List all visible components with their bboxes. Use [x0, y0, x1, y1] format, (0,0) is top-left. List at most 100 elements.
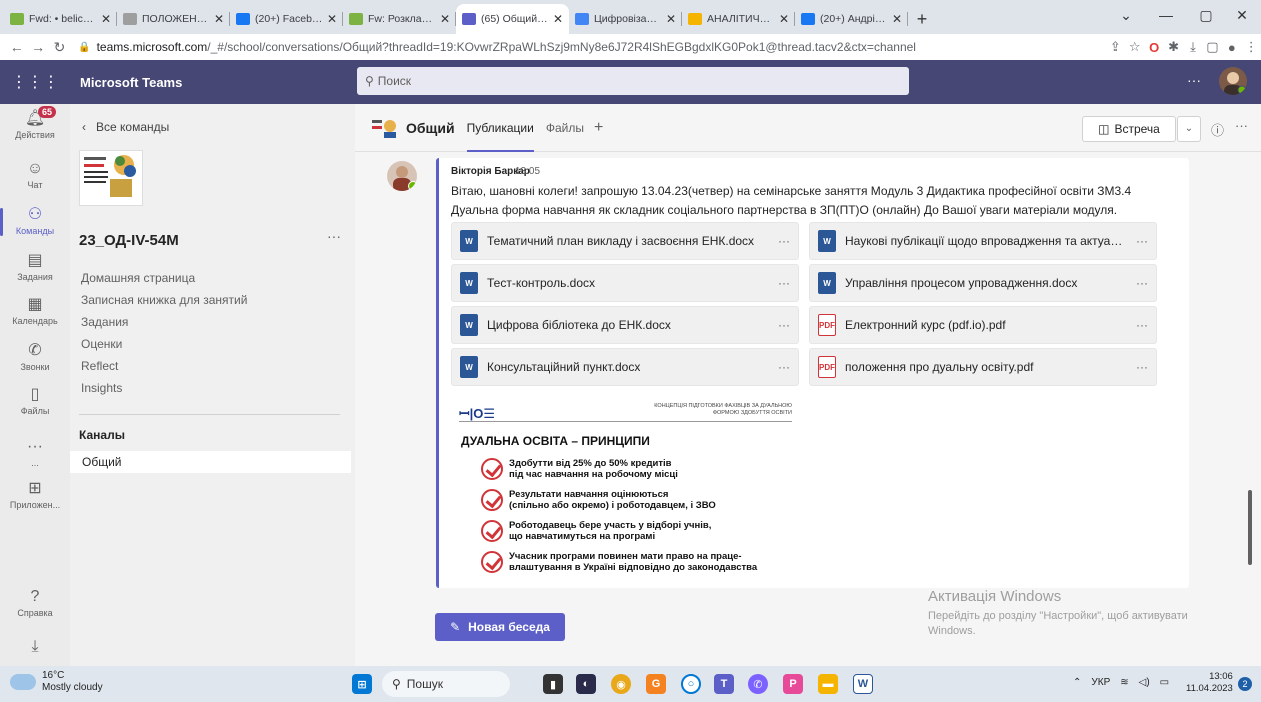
browser-tab[interactable]: Fw: Розклади КП ✕ — [343, 4, 456, 34]
word-icon[interactable]: W — [853, 674, 873, 694]
maximize-button[interactable]: ▢ — [1186, 0, 1226, 30]
file-more-icon[interactable]: ··· — [1128, 360, 1156, 374]
file-more-icon[interactable]: ··· — [770, 234, 798, 248]
chrome-icon[interactable]: ◉ — [611, 674, 631, 694]
close-tab-icon[interactable]: ✕ — [779, 12, 789, 26]
close-tab-icon[interactable]: ✕ — [440, 12, 450, 26]
forward-arrow-icon[interactable]: → — [27, 39, 48, 55]
viber-icon[interactable]: ✆ — [748, 674, 768, 694]
info-icon[interactable]: ⓘ — [1211, 120, 1224, 139]
channel-item-general[interactable]: Общий — [70, 451, 351, 473]
new-tab-button[interactable]: + — [908, 4, 936, 34]
team-nav-link[interactable]: Reflect — [81, 359, 118, 373]
opera-extension-icon[interactable]: O — [1144, 39, 1163, 55]
meet-button[interactable]: ◫ Встреча — [1082, 116, 1176, 142]
back-arrow-icon[interactable]: ← — [6, 39, 27, 55]
team-more-options-icon[interactable]: ··· — [327, 228, 341, 244]
rail-item[interactable]: ▤ Задания — [0, 252, 70, 282]
close-tab-icon[interactable]: ✕ — [666, 12, 676, 26]
rail-item[interactable]: ☺ Чат — [0, 160, 70, 190]
browser-tab[interactable]: Fwd: • belickoe-l ✕ — [4, 4, 117, 34]
team-nav-link[interactable]: Записная книжка для занятий — [81, 293, 247, 307]
rail-item[interactable]: ? Справка — [0, 588, 70, 618]
rail-item[interactable]: ⚇ Команды — [0, 206, 70, 236]
browser-tab[interactable]: (65) Общий (23_(✕ — [456, 4, 569, 34]
tab-posts[interactable]: Публикации — [466, 121, 535, 152]
task-view-icon[interactable]: ▮ — [543, 674, 563, 694]
file-attachment[interactable]: PDF Електронний курс (pdf.io).pdf ··· — [809, 306, 1157, 344]
app-launcher-icon[interactable]: ⋮⋮⋮ — [0, 72, 70, 92]
close-tab-icon[interactable]: ✕ — [892, 12, 902, 26]
rail-item[interactable]: ▦ Календарь — [0, 296, 70, 326]
file-attachment[interactable]: W Наукові публікації щодо впровадження та… — [809, 222, 1157, 260]
browser-tab[interactable]: (20+) Facebook ✕ — [230, 4, 343, 34]
rail-item[interactable]: 🔔︎ Действия 65 — [0, 106, 70, 140]
windows-start-icon[interactable]: ⊞ — [352, 674, 372, 694]
author-avatar[interactable] — [387, 161, 417, 191]
channel-more-icon[interactable]: ··· — [1235, 118, 1248, 133]
paint-icon[interactable]: P — [783, 674, 803, 694]
reload-icon[interactable]: ↻ — [49, 39, 70, 56]
rail-item[interactable]: ···... — [0, 438, 70, 468]
scrollbar[interactable] — [1248, 490, 1252, 565]
new-conversation-button[interactable]: ✎ Новая беседа — [435, 613, 565, 641]
close-tab-icon[interactable]: ✕ — [327, 12, 337, 26]
cortana-icon[interactable]: ○ — [681, 674, 701, 694]
browser-menu-icon[interactable]: ⋮ — [1242, 39, 1261, 55]
team-nav-link[interactable]: Домашняя страница — [81, 271, 195, 285]
file-attachment[interactable]: PDF положення про дуальну освіту.pdf ··· — [809, 348, 1157, 386]
file-more-icon[interactable]: ··· — [770, 318, 798, 332]
team-nav-link[interactable]: Задания — [81, 315, 128, 329]
weather-widget[interactable]: 16°C Mostly cloudy — [10, 670, 103, 694]
browser-tab[interactable]: (20+) Андрій Ф ✕ — [795, 4, 908, 34]
rail-item[interactable]: ⤓ — [0, 638, 70, 658]
team-nav-link[interactable]: Insights — [81, 381, 122, 395]
teams-taskbar-icon[interactable]: T — [714, 674, 734, 694]
file-attachment[interactable]: W Цифрова бібліотека до ЕНК.docx ··· — [451, 306, 799, 344]
sidebar-icon[interactable]: ▢ — [1203, 39, 1222, 55]
file-attachment[interactable]: W Управління процесом упровадження.docx ··… — [809, 264, 1157, 302]
browser-tab[interactable]: АНАЛІТИЧНА Д ✕ — [682, 4, 795, 34]
taskbar-search[interactable]: ⚲ Пошук — [382, 671, 510, 697]
file-attachment[interactable]: W Тест-контроль.docx ··· — [451, 264, 799, 302]
download-icon[interactable]: ⤓ — [1183, 39, 1202, 55]
wifi-icon[interactable]: ≋ — [1120, 677, 1128, 688]
battery-icon[interactable]: ▭ — [1160, 677, 1169, 688]
language-indicator[interactable]: УКР — [1091, 677, 1110, 688]
file-attachment[interactable]: W Консультаційний пункт.docx ··· — [451, 348, 799, 386]
volume-icon[interactable]: ◁) — [1139, 677, 1150, 688]
tab-files[interactable]: Файлы — [546, 121, 584, 135]
rail-item[interactable]: ✆ Звонки — [0, 342, 70, 372]
file-more-icon[interactable]: ··· — [1128, 318, 1156, 332]
all-teams-link[interactable]: ‹ Все команды — [82, 120, 169, 134]
file-more-icon[interactable]: ··· — [770, 276, 798, 290]
app-g-icon[interactable]: G — [646, 674, 666, 694]
share-icon[interactable]: ⇪ — [1106, 39, 1125, 55]
url-field[interactable]: 🔒 teams.microsoft.com/_#/school/conversa… — [78, 36, 1049, 58]
search-input[interactable]: ⚲ Поиск — [357, 67, 909, 95]
close-tab-icon[interactable]: ✕ — [214, 12, 224, 26]
clock[interactable]: 13:06 11.04.2023 — [1186, 671, 1233, 695]
browser-tab[interactable]: Цифровізація я ✕ — [569, 4, 682, 34]
file-more-icon[interactable]: ··· — [1128, 234, 1156, 248]
add-tab-icon[interactable]: + — [594, 119, 603, 137]
user-avatar[interactable] — [1219, 67, 1247, 95]
browser-tab[interactable]: ПОЛОЖЕННЯ-П ✕ — [117, 4, 230, 34]
tab-search-icon[interactable]: ⌄ — [1106, 0, 1146, 30]
notification-badge[interactable]: 2 — [1238, 677, 1252, 691]
rail-item[interactable]: ⊞ Приложен... — [0, 480, 70, 510]
bookmark-star-icon[interactable]: ☆ — [1125, 39, 1144, 55]
more-options-icon[interactable]: ··· — [1187, 72, 1201, 88]
chevron-up-icon[interactable]: ⌃ — [1073, 677, 1081, 688]
extensions-icon[interactable]: ✱ — [1164, 39, 1183, 55]
profile-avatar[interactable]: ● — [1222, 39, 1241, 55]
team-nav-link[interactable]: Оценки — [81, 337, 122, 351]
rail-item[interactable]: ▯ Файлы — [0, 386, 70, 416]
close-tab-icon[interactable]: ✕ — [553, 12, 563, 26]
file-more-icon[interactable]: ··· — [770, 360, 798, 374]
close-tab-icon[interactable]: ✕ — [101, 12, 111, 26]
close-window-button[interactable]: ✕ — [1222, 0, 1261, 30]
file-attachment[interactable]: W Тематичний план викладу і засвоєння ЕНК… — [451, 222, 799, 260]
file-explorer-icon[interactable]: ▬ — [818, 674, 838, 694]
meet-dropdown-chevron-icon[interactable]: ⌄ — [1177, 116, 1201, 142]
